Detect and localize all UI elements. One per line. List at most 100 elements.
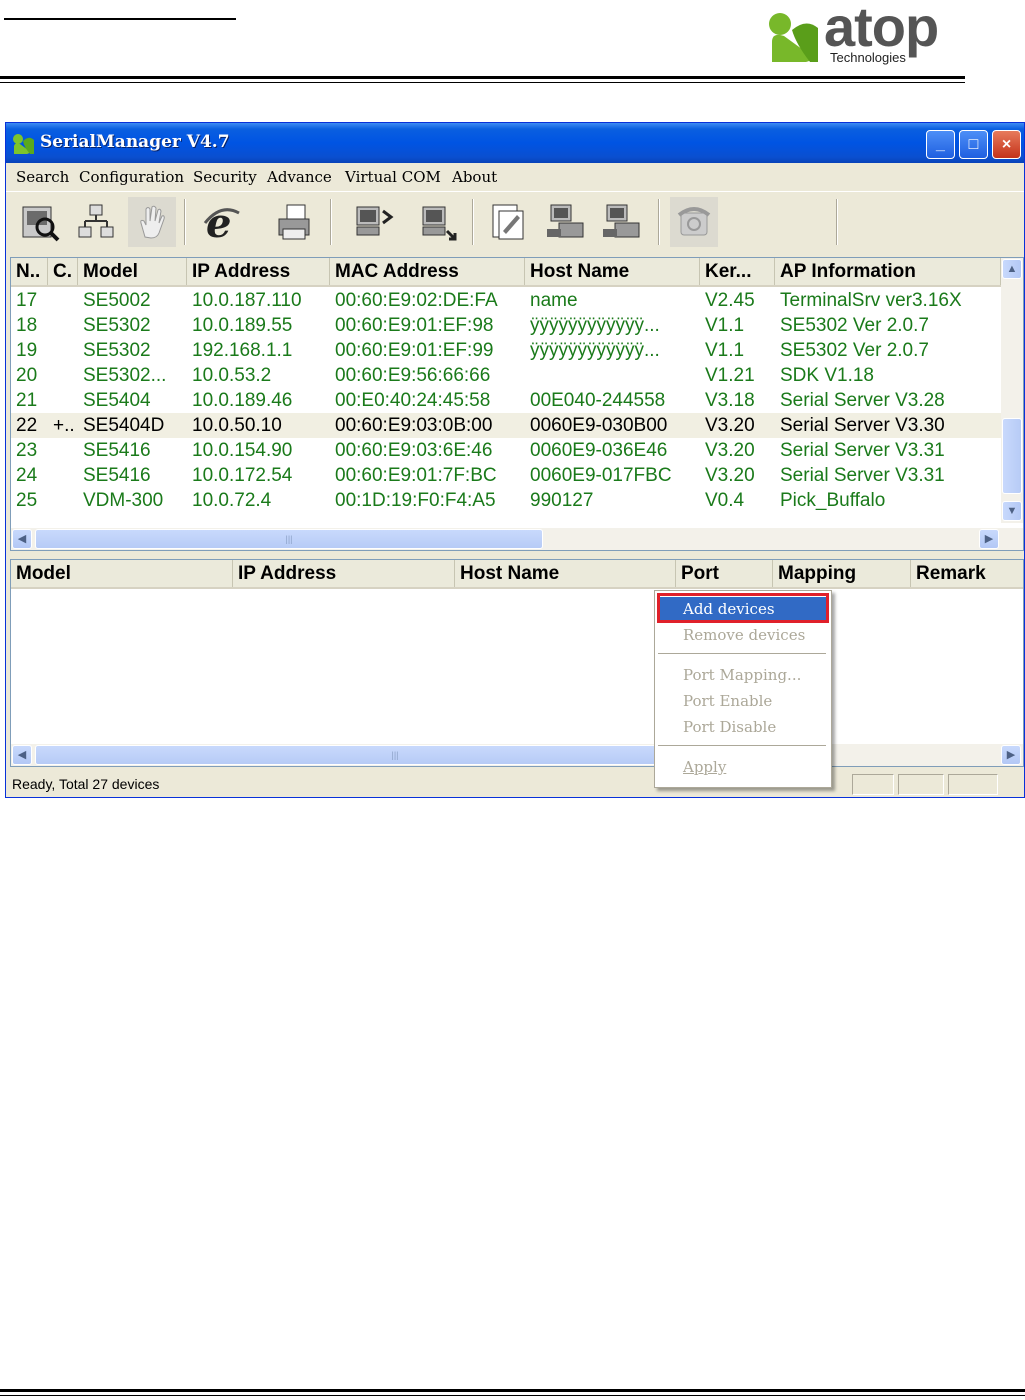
scroll-down-icon[interactable]: ▼ [1002,501,1022,521]
col-ip-address[interactable]: IP Address [233,560,455,587]
cell-number: 20 [16,365,38,386]
window-title: SerialManager V4.7 [40,132,230,152]
cell-ap: TerminalSrv ver3.16X [780,290,962,311]
cell-c [48,388,78,413]
cell-ap: SE5302 Ver 2.0.7 [780,315,929,336]
menu-apply[interactable]: Apply [658,755,826,779]
device-row[interactable]: 17 SE5002 10.0.187.110 00:60:E9:02:DE:FA nam… [11,288,1001,313]
scroll-left-icon[interactable]: ◀ [12,745,32,765]
cell-mac: 00:60:E9:01:EF:98 [335,315,494,336]
scroll-left-icon[interactable]: ◀ [12,529,32,549]
computer-back-icon[interactable] [350,197,398,247]
footer-rule-thin [0,1395,1025,1396]
col-kernel[interactable]: Ker... [700,258,775,285]
cell-ip: 10.0.50.10 [192,415,282,436]
col-model[interactable]: Model [11,560,233,587]
cell-kernel: V1.1 [705,315,745,336]
menu-port-mapping[interactable]: Port Mapping... [658,663,826,687]
col-c[interactable]: C. [48,258,78,285]
device-row[interactable]: 18 SE5302 10.0.189.55 00:60:E9:01:EF:98 ÿÿÿÿ… [11,313,1001,338]
cell-model: VDM-300 [83,490,164,511]
device-row[interactable]: 23 SE5416 10.0.154.90 00:60:E9:03:6E:46 0060… [11,438,1001,463]
menu-port-disable[interactable]: Port Disable [658,715,826,739]
computer-forward-icon[interactable] [414,197,462,247]
cell-mac: 00:60:E9:03:6E:46 [335,440,493,461]
cell-host: ÿÿÿÿÿÿÿÿÿÿÿÿ... [530,315,660,336]
title-bar[interactable]: SerialManager V4.7 _ □ × [6,123,1024,163]
cell-model: SE5404D [83,415,165,436]
status-text: Ready, Total 27 devices [12,776,160,792]
menu-advance[interactable]: Advance [267,168,332,186]
printer-icon[interactable] [270,197,318,247]
col-ap-information[interactable]: AP Information [775,258,1001,285]
cell-host: 0060E9-036E46 [530,440,668,461]
col-model[interactable]: Model [78,258,187,285]
menu-bar: Search Configuration Security Advance Vi… [6,163,1024,192]
toolbar-separator [658,199,660,245]
col-host-name[interactable]: Host Name [525,258,700,285]
device-list-hscroll[interactable]: ◀ ||| ▶ [11,528,1023,550]
maximize-button[interactable]: □ [959,130,988,159]
scroll-right-icon[interactable]: ▶ [1001,745,1021,765]
mapping-list-hscroll[interactable]: ◀ ||| ▶ [11,744,1023,766]
menu-remove-devices[interactable]: Remove devices [658,623,826,647]
device-list-header: N.. C. Model IP Address MAC Address Host… [11,258,1023,287]
cell-mac: 00:1D:19:F0:F4:A5 [335,490,496,511]
col-ip-address[interactable]: IP Address [187,258,330,285]
menu-search[interactable]: Search [16,168,69,186]
col-port[interactable]: Port [676,560,773,587]
serial-device-icon[interactable] [542,197,590,247]
device-row[interactable]: 22 +.. SE5404D 10.0.50.10 00:60:E9:03:0B:00 0… [11,413,1001,438]
network-config-icon[interactable] [72,197,120,247]
cell-ip: 10.0.189.46 [192,390,293,411]
search-device-icon[interactable] [16,197,64,247]
menu-separator [658,745,826,746]
cell-mac: 00:60:E9:01:EF:99 [335,340,494,361]
cell-ap: Serial Server V3.31 [780,440,945,461]
cell-mac: 00:60:E9:02:DE:FA [335,290,498,311]
device-row[interactable]: 24 SE5416 10.0.172.54 00:60:E9:01:7F:BC 0060… [11,463,1001,488]
cell-mac: 00:60:E9:01:7F:BC [335,465,497,486]
col-number[interactable]: N.. [11,258,48,285]
close-button[interactable]: × [992,130,1021,159]
phone-icon[interactable] [670,197,718,247]
menu-configuration[interactable]: Configuration [79,168,184,186]
col-remark[interactable]: Remark [911,560,1023,587]
header-underline [4,18,236,20]
logo-subtitle: Technologies [830,50,906,65]
col-host-name[interactable]: Host Name [455,560,676,587]
hscroll-thumb[interactable]: ||| [35,745,755,765]
cell-number: 17 [16,290,38,311]
col-mac-address[interactable]: MAC Address [330,258,525,285]
cell-host: 0060E9-030B00 [530,415,668,436]
device-list-vscroll[interactable]: ▲ ▼ [1001,258,1023,523]
vscroll-thumb[interactable] [1002,418,1022,494]
cell-kernel: V1.21 [705,365,755,386]
device-row[interactable]: 21 SE5404 10.0.189.46 00:E0:40:24:45:58 00E0… [11,388,1001,413]
hand-icon[interactable] [128,197,176,247]
atop-logo-mark [769,13,818,62]
serial-device-2-icon[interactable] [598,197,646,247]
cell-c [48,488,78,513]
menu-virtual-com[interactable]: Virtual COM [345,168,441,186]
hscroll-thumb[interactable]: ||| [35,529,543,549]
document-edit-icon[interactable] [484,197,532,247]
menu-separator [658,653,826,654]
menu-port-enable[interactable]: Port Enable [658,689,826,713]
device-row[interactable]: 20 SE5302... 10.0.53.2 00:60:E9:56:66:66 V1.… [11,363,1001,388]
scroll-right-icon[interactable]: ▶ [979,529,999,549]
device-row[interactable]: 19 SE5302 192.168.1.1 00:60:E9:01:EF:99 ÿÿÿÿ… [11,338,1001,363]
device-row[interactable]: 25 VDM-300 10.0.72.4 00:1D:19:F0:F4:A5 99012… [11,488,1001,513]
menu-security[interactable]: Security [193,168,257,186]
context-menu: Add devices Remove devices Port Mapping.… [654,590,832,788]
cell-host: 990127 [530,490,594,511]
minimize-button[interactable]: _ [926,130,955,159]
col-mapping[interactable]: Mapping [773,560,911,587]
svg-text:e: e [206,201,231,243]
scroll-up-icon[interactable]: ▲ [1002,259,1022,279]
menu-about[interactable]: About [452,168,497,186]
cell-kernel: V1.1 [705,340,745,361]
atop-logo: atop Technologies [766,0,966,68]
device-list: N.. C. Model IP Address MAC Address Host… [10,257,1024,551]
internet-explorer-icon[interactable]: e [198,197,246,247]
